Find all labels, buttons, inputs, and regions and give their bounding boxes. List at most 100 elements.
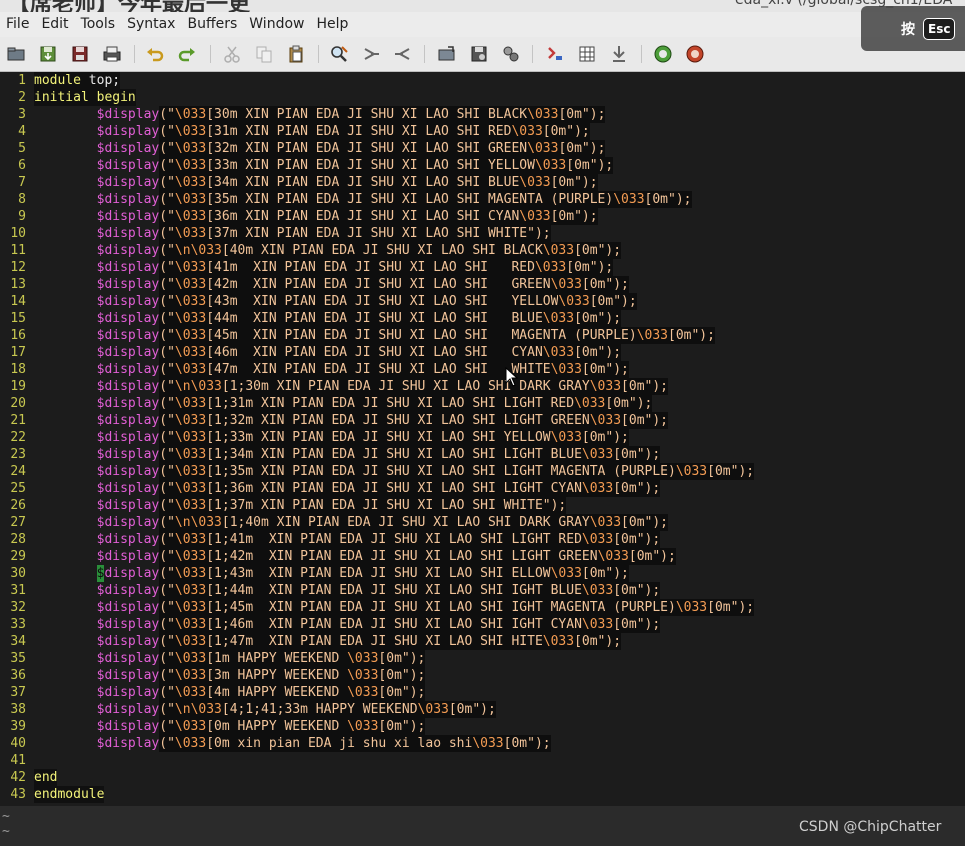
code-line[interactable]: 10 $display("\033[37m XIN PIAN EDA JI SH… xyxy=(0,225,965,242)
code-line[interactable]: 3 $display("\033[30m XIN PIAN EDA JI SHU… xyxy=(0,106,965,123)
help-icon[interactable] xyxy=(652,44,674,64)
tags-icon[interactable] xyxy=(608,44,630,64)
line-number: 30 xyxy=(10,566,26,581)
line-number: 41 xyxy=(10,753,26,768)
code-line[interactable]: 23 $display("\033[1;34m XIN PIAN EDA JI … xyxy=(0,446,965,463)
make-icon[interactable] xyxy=(544,44,566,64)
code-line[interactable]: 7 $display("\033[34m XIN PIAN EDA JI SHU… xyxy=(0,174,965,191)
code-line[interactable]: 1 module top; xyxy=(0,72,965,89)
code-text: $display("\033[36m XIN PIAN EDA JI SHU X… xyxy=(96,208,598,225)
code-line[interactable]: 25 $display("\033[1;36m XIN PIAN EDA JI … xyxy=(0,480,965,497)
settings-icon[interactable] xyxy=(684,44,706,64)
code-line[interactable]: 5 $display("\033[32m XIN PIAN EDA JI SHU… xyxy=(0,140,965,157)
code-line[interactable]: 32 $display("\033[1;45m XIN PIAN EDA JI … xyxy=(0,599,965,616)
code-line[interactable]: 8 $display("\033[35m XIN PIAN EDA JI SHU… xyxy=(0,191,965,208)
undo-icon[interactable] xyxy=(144,44,166,64)
line-number: 9 xyxy=(18,209,26,224)
code-line[interactable]: 40 $display("\033[0m xin pian EDA ji shu… xyxy=(0,735,965,752)
code-editor[interactable]: 1 module top; 2 initial begin 3 $display("\0… xyxy=(0,72,965,806)
toolbar-separator xyxy=(134,45,135,63)
code-line[interactable]: 39 $display("\033[0m HAPPY WEEKEND \033[… xyxy=(0,718,965,735)
toolbar xyxy=(0,37,965,72)
watermark: CSDN @ChipChatter xyxy=(799,819,942,835)
code-line[interactable]: 18 $display("\033[47m XIN PIAN EDA JI SH… xyxy=(0,361,965,378)
menu-tools[interactable]: Tools xyxy=(75,12,122,37)
code-line[interactable]: 37 $display("\033[4m HAPPY WEEKEND \033[… xyxy=(0,684,965,701)
code-line[interactable]: 2 initial begin xyxy=(0,89,965,106)
code-line[interactable]: 22 $display("\033[1;33m XIN PIAN EDA JI … xyxy=(0,429,965,446)
code-line[interactable]: 42 end xyxy=(0,769,965,786)
run-script-icon[interactable] xyxy=(500,44,522,64)
line-number: 32 xyxy=(10,600,26,615)
line-number: 39 xyxy=(10,719,26,734)
code-line[interactable]: 26 $display("\033[1;37m XIN PIAN EDA JI … xyxy=(0,497,965,514)
code-line[interactable]: 24 $display("\033[1;35m XIN PIAN EDA JI … xyxy=(0,463,965,480)
find-next-icon[interactable] xyxy=(360,44,382,64)
code-text: $display("\033[1;45m XIN PIAN EDA JI SHU… xyxy=(96,599,755,616)
code-text: initial begin xyxy=(34,89,136,106)
line-number: 19 xyxy=(10,379,26,394)
esc-key-badge[interactable]: Esc xyxy=(923,17,956,40)
code-line[interactable]: 33 $display("\033[1;46m XIN PIAN EDA JI … xyxy=(0,616,965,633)
line-number: 11 xyxy=(10,243,26,258)
code-line[interactable]: 14 $display("\033[43m XIN PIAN EDA JI SH… xyxy=(0,293,965,310)
code-line[interactable]: 16 $display("\033[45m XIN PIAN EDA JI SH… xyxy=(0,327,965,344)
menu-file[interactable]: File xyxy=(0,12,35,37)
line-number: 12 xyxy=(10,260,26,275)
code-line[interactable]: 4 $display("\033[31m XIN PIAN EDA JI SHU… xyxy=(0,123,965,140)
code-line[interactable]: 35 $display("\033[1m HAPPY WEEKEND \033[… xyxy=(0,650,965,667)
code-line[interactable]: 6 $display("\033[33m XIN PIAN EDA JI SHU… xyxy=(0,157,965,174)
code-line[interactable]: 17 $display("\033[46m XIN PIAN EDA JI SH… xyxy=(0,344,965,361)
line-number: 42 xyxy=(10,770,26,785)
code-line[interactable]: 31 $display("\033[1;44m XIN PIAN EDA JI … xyxy=(0,582,965,599)
paste-icon[interactable] xyxy=(285,44,307,64)
line-number: 28 xyxy=(10,532,26,547)
load-session-icon[interactable] xyxy=(436,44,458,64)
code-text: $display("\n\033[40m XIN PIAN EDA JI SHU… xyxy=(96,242,622,259)
shell-icon[interactable] xyxy=(576,44,598,64)
line-number: 31 xyxy=(10,583,26,598)
code-text: $display("\033[1;41m XIN PIAN EDA JI SHU… xyxy=(96,531,661,548)
code-text: $display("\033[30m XIN PIAN EDA JI SHU X… xyxy=(96,106,606,123)
code-line[interactable]: 27 $display("\n\033[1;40m XIN PIAN EDA J… xyxy=(0,514,965,531)
code-line[interactable]: 34 $display("\033[1;47m XIN PIAN EDA JI … xyxy=(0,633,965,650)
line-number: 25 xyxy=(10,481,26,496)
save-all-icon[interactable] xyxy=(69,44,91,64)
line-number: 16 xyxy=(10,328,26,343)
code-line[interactable]: 30 $display("\033[1;43m XIN PIAN EDA JI … xyxy=(0,565,965,582)
line-number: 43 xyxy=(10,787,26,802)
code-line[interactable]: 38 $display("\n\033[4;1;41;33m HAPPY WEE… xyxy=(0,701,965,718)
text-cursor: $ xyxy=(96,565,105,582)
open-folder-icon[interactable] xyxy=(5,44,27,64)
esc-hint-label: 按 xyxy=(901,21,915,38)
code-line[interactable]: 29 $display("\033[1;42m XIN PIAN EDA JI … xyxy=(0,548,965,565)
menu-window[interactable]: Window xyxy=(243,12,310,37)
save-session-icon[interactable] xyxy=(468,44,490,64)
copy-icon[interactable] xyxy=(253,44,275,64)
find-prev-icon[interactable] xyxy=(392,44,414,64)
code-line[interactable]: 28 $display("\033[1;41m XIN PIAN EDA JI … xyxy=(0,531,965,548)
menu-edit[interactable]: Edit xyxy=(35,12,74,37)
code-line[interactable]: 15 $display("\033[44m XIN PIAN EDA JI SH… xyxy=(0,310,965,327)
redo-icon[interactable] xyxy=(176,44,198,64)
print-icon[interactable] xyxy=(101,44,123,64)
code-line[interactable]: 41 xyxy=(0,752,965,769)
code-line[interactable]: 12 $display("\033[41m XIN PIAN EDA JI SH… xyxy=(0,259,965,276)
line-number: 7 xyxy=(18,175,26,190)
code-text: $display("\033[31m XIN PIAN EDA JI SHU X… xyxy=(96,123,590,140)
save-icon[interactable] xyxy=(37,44,59,64)
cut-icon[interactable] xyxy=(221,44,243,64)
code-line[interactable]: 9 $display("\033[36m XIN PIAN EDA JI SHU… xyxy=(0,208,965,225)
code-line[interactable]: 19 $display("\n\033[1;30m XIN PIAN EDA J… xyxy=(0,378,965,395)
code-line[interactable]: 11 $display("\n\033[40m XIN PIAN EDA JI … xyxy=(0,242,965,259)
code-line[interactable]: 13 $display("\033[42m XIN PIAN EDA JI SH… xyxy=(0,276,965,293)
code-line[interactable]: 36 $display("\033[3m HAPPY WEEKEND \033[… xyxy=(0,667,965,684)
menu-help[interactable]: Help xyxy=(310,12,354,37)
menu-buffers[interactable]: Buffers xyxy=(181,12,243,37)
find-replace-icon[interactable] xyxy=(328,44,350,64)
code-line[interactable]: 21 $display("\033[1;32m XIN PIAN EDA JI … xyxy=(0,412,965,429)
code-line[interactable]: 43 endmodule xyxy=(0,786,965,803)
menu-syntax[interactable]: Syntax xyxy=(121,12,181,37)
line-number: 29 xyxy=(10,549,26,564)
code-line[interactable]: 20 $display("\033[1;31m XIN PIAN EDA JI … xyxy=(0,395,965,412)
